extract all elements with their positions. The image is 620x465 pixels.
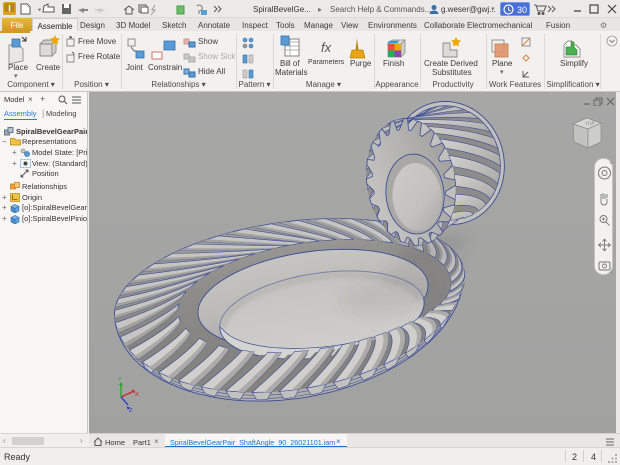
svg-text:Z: Z	[129, 408, 133, 414]
svg-text:X: X	[135, 392, 139, 398]
svg-text:I: I	[8, 4, 11, 14]
svg-text:fx: fx	[321, 40, 332, 55]
svg-text:Y: Y	[118, 377, 122, 383]
svg-text:TOP: TOP	[585, 121, 596, 128]
